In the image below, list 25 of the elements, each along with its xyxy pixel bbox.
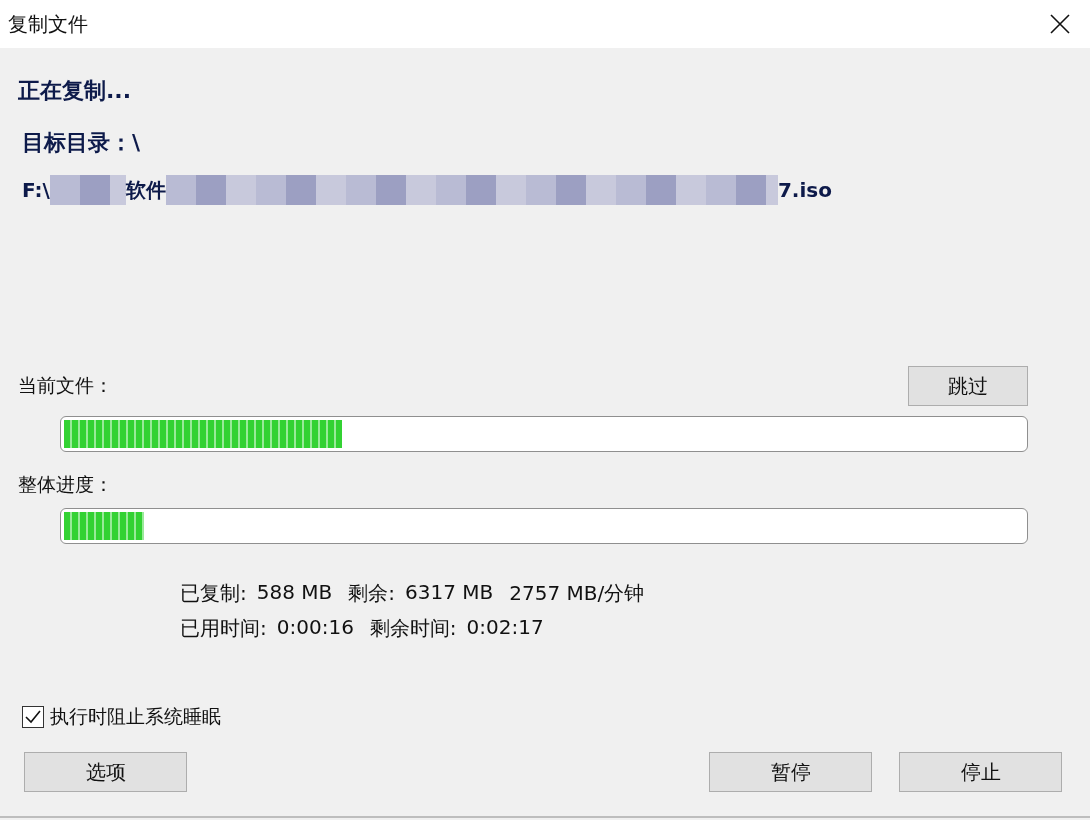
close-icon bbox=[1050, 14, 1070, 34]
stat-label: 已用时间: bbox=[180, 615, 267, 642]
skip-button[interactable]: 跳过 bbox=[908, 366, 1028, 406]
current-file-label: 当前文件： bbox=[18, 373, 113, 398]
overall-progress-label: 整体进度： bbox=[18, 472, 114, 497]
stat-value: 588 MB bbox=[256, 580, 333, 606]
stat-value: 2757 MB/分钟 bbox=[509, 580, 645, 607]
checkbox-label: 执行时阻止系统睡眠 bbox=[50, 704, 221, 729]
pause-button[interactable]: 暂停 bbox=[709, 752, 872, 792]
file-path-text: F:\ bbox=[22, 178, 50, 202]
stat-label: 剩余时间: bbox=[369, 615, 457, 642]
stat-label: 剩余: bbox=[348, 580, 395, 607]
checkbox[interactable] bbox=[22, 706, 44, 728]
status-text: 正在复制... bbox=[18, 77, 133, 105]
window-title: 复制文件 bbox=[8, 10, 88, 38]
stat-value: 6317 MB bbox=[405, 580, 494, 606]
file-path-text: 7.iso bbox=[777, 178, 832, 202]
stat-value: 0:00:16 bbox=[276, 615, 354, 641]
target-directory: 目标目录：\ bbox=[21, 129, 142, 157]
options-button[interactable]: 选项 bbox=[24, 752, 187, 792]
file-path-text: 软件 bbox=[125, 176, 166, 204]
stop-button[interactable]: 停止 bbox=[899, 752, 1062, 792]
stat-value: 0:02:17 bbox=[466, 615, 544, 641]
stat-label: 已复制: bbox=[180, 580, 247, 607]
checkmark-icon bbox=[25, 710, 41, 724]
